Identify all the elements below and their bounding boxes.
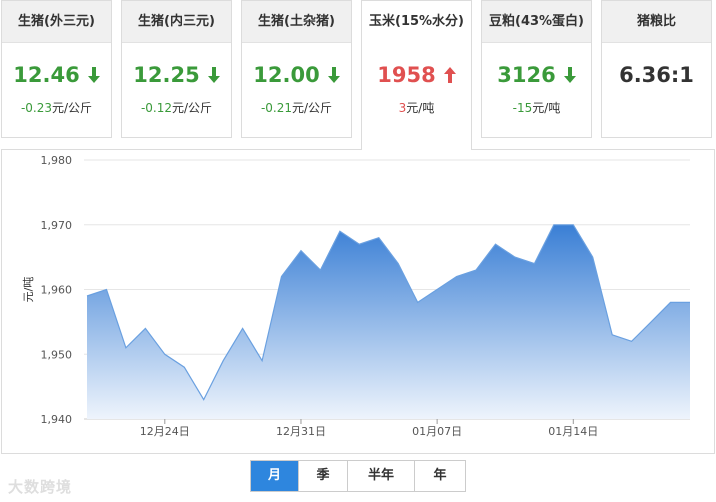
- card-hog-grain-ratio[interactable]: 猪粮比 6.36:1: [601, 0, 712, 138]
- change-unit: 元/吨: [532, 101, 561, 115]
- card-title: 生猪(外三元): [2, 1, 111, 43]
- change-unit: 元/公斤: [172, 101, 213, 115]
- card-change: -0.23元/公斤: [2, 99, 111, 116]
- change-value: -0.21: [260, 101, 292, 115]
- card-price: 3126: [482, 63, 591, 88]
- period-year-button[interactable]: 年: [415, 461, 465, 491]
- change-value: -15: [512, 101, 533, 115]
- period-quarter-button[interactable]: 季: [299, 461, 348, 491]
- card-title: 生猪(土杂猪): [242, 1, 351, 43]
- up-arrow-icon: [443, 64, 456, 88]
- y-axis-title: 元/吨: [22, 277, 35, 303]
- price-value: 12.00: [253, 63, 320, 87]
- watermark-logo: 大数跨境: [8, 478, 73, 496]
- period-selector: 月 季 半年 年: [250, 460, 466, 492]
- change-unit: 元/公斤: [292, 101, 333, 115]
- card-change: -0.12元/公斤: [122, 99, 231, 116]
- change-unit: 元/公斤: [52, 101, 93, 115]
- price-area-chart: 1,940 1,950 1,960 1,970 1,980 元/吨 12月24日 12月31日…: [22, 154, 690, 438]
- card-price: 12.46: [2, 63, 111, 88]
- y-tick-label: 1,950: [41, 348, 73, 361]
- price-value: 1958: [377, 63, 436, 87]
- card-soymeal[interactable]: 豆粕(43%蛋白) 3126 -15元/吨: [481, 0, 592, 138]
- price-chart-panel: 1,940 1,950 1,960 1,970 1,980 元/吨 12月24日 12月31日…: [1, 149, 715, 454]
- y-tick-label: 1,970: [41, 219, 73, 232]
- card-change: -15元/吨: [482, 99, 591, 116]
- card-price: 12.00: [242, 63, 351, 88]
- card-hog-internal[interactable]: 生猪(内三元) 12.25 -0.12元/公斤: [121, 0, 232, 138]
- y-tick-label: 1,980: [41, 154, 73, 167]
- card-change: 3元/吨: [362, 99, 471, 116]
- down-arrow-icon: [563, 64, 576, 88]
- card-price: 6.36:1: [602, 63, 711, 87]
- card-price: 1958: [362, 63, 471, 88]
- card-hog-local[interactable]: 生猪(土杂猪) 12.00 -0.21元/公斤: [241, 0, 352, 138]
- y-tick-label: 1,940: [41, 413, 73, 426]
- card-title: 生猪(内三元): [122, 1, 231, 43]
- ratio-value: 6.36:1: [619, 63, 694, 87]
- card-hog-external[interactable]: 生猪(外三元) 12.46 -0.23元/公斤: [1, 0, 112, 138]
- change-value: -0.23: [20, 101, 52, 115]
- period-half-year-button[interactable]: 半年: [348, 461, 415, 491]
- y-tick-label: 1,960: [41, 284, 73, 297]
- card-change: -0.21元/公斤: [242, 99, 351, 116]
- card-title: 猪粮比: [602, 1, 711, 43]
- x-tick-label: 12月24日: [140, 425, 190, 438]
- price-value: 12.46: [13, 63, 80, 87]
- price-value: 12.25: [133, 63, 200, 87]
- change-value: -0.12: [140, 101, 172, 115]
- card-corn[interactable]: 玉米(15%水分) 1958 3元/吨: [361, 0, 472, 150]
- card-title: 玉米(15%水分): [362, 1, 471, 43]
- price-value: 3126: [497, 63, 556, 87]
- card-price: 12.25: [122, 63, 231, 88]
- change-unit: 元/吨: [406, 101, 435, 115]
- card-title: 豆粕(43%蛋白): [482, 1, 591, 43]
- x-tick-label: 01月14日: [548, 425, 598, 438]
- x-tick-label: 12月31日: [276, 425, 326, 438]
- x-tick-label: 01月07日: [412, 425, 462, 438]
- area-fill: [87, 224, 690, 419]
- down-arrow-icon: [207, 64, 220, 88]
- period-month-button[interactable]: 月: [251, 461, 299, 491]
- down-arrow-icon: [327, 64, 340, 88]
- down-arrow-icon: [87, 64, 100, 88]
